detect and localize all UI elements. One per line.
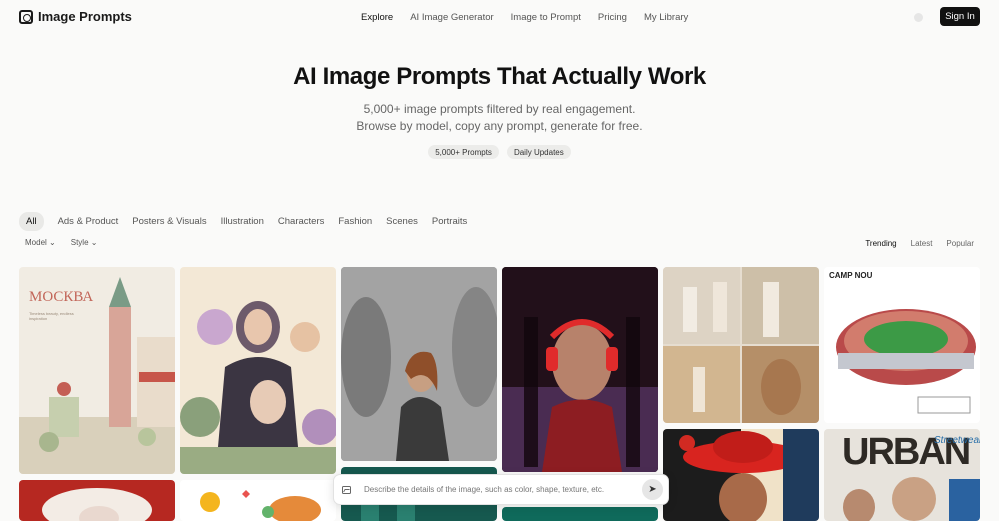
nav-explore[interactable]: Explore bbox=[361, 12, 393, 23]
hero-subtitle-line-1: 5,000+ image prompts filtered by real en… bbox=[363, 102, 636, 116]
gallery-card-mother-child[interactable] bbox=[180, 267, 336, 474]
nav-ai-image-generator[interactable]: AI Image Generator bbox=[410, 12, 493, 23]
style-filter-dropdown[interactable]: Style bbox=[71, 238, 98, 247]
tab-characters[interactable]: Characters bbox=[278, 213, 324, 230]
gallery-card-portrait-red[interactable] bbox=[19, 480, 175, 521]
portrait-hat-image bbox=[42, 488, 152, 521]
mother-child-illustration bbox=[180, 301, 336, 474]
category-tabs: All Ads & Product Posters & Visuals Illu… bbox=[19, 212, 481, 231]
send-button[interactable]: ➤ bbox=[642, 479, 663, 500]
tab-illustration[interactable]: Illustration bbox=[221, 213, 264, 230]
gallery-card-headphones[interactable] bbox=[502, 267, 658, 472]
hero-badges: 5,000+ Prompts Daily Updates bbox=[0, 145, 999, 159]
moscow-caption: Timeless beauty, endless inspiration bbox=[29, 311, 74, 321]
theme-toggle-icon[interactable] bbox=[914, 13, 923, 22]
brand-logo[interactable]: Image Prompts bbox=[19, 9, 132, 24]
image-upload-icon[interactable] bbox=[342, 485, 351, 494]
gallery-card-men-grid[interactable] bbox=[663, 267, 819, 423]
stadium-diagram bbox=[836, 309, 976, 414]
sort-popular[interactable]: Popular bbox=[946, 239, 974, 248]
sun-turtle-illustration bbox=[200, 490, 321, 521]
brand-name: Image Prompts bbox=[38, 9, 132, 24]
gallery-card-stadium[interactable]: CAMP NOU bbox=[824, 267, 980, 423]
prompt-input[interactable]: Describe the details of the image, such … bbox=[364, 485, 642, 494]
moscow-title: МОСКВА bbox=[29, 289, 94, 305]
badge-prompts-count: 5,000+ Prompts bbox=[428, 145, 499, 159]
men-grid-collage bbox=[663, 267, 819, 423]
red-hat-poster bbox=[663, 429, 819, 521]
top-nav: Image Prompts Explore AI Image Generator… bbox=[0, 0, 999, 34]
prompt-input-bar: Describe the details of the image, such … bbox=[333, 474, 669, 505]
tab-scenes[interactable]: Scenes bbox=[386, 213, 418, 230]
nav-links: Explore AI Image Generator Image to Prom… bbox=[361, 12, 705, 23]
nav-pricing[interactable]: Pricing bbox=[598, 12, 627, 23]
tab-portraits[interactable]: Portraits bbox=[432, 213, 467, 230]
model-filter-dropdown[interactable]: Model bbox=[25, 238, 56, 247]
tab-ads-product[interactable]: Ads & Product bbox=[58, 213, 119, 230]
gallery-card-woman-crowd[interactable] bbox=[341, 267, 497, 461]
stadium-title: CAMP NOU bbox=[829, 271, 873, 280]
woman-crowd-photo bbox=[341, 267, 497, 461]
sort-trending[interactable]: Trending bbox=[865, 239, 896, 248]
gallery-card-urban-streetwear[interactable]: URBAN Streetwear bbox=[824, 429, 980, 521]
hero-subtitle: 5,000+ image prompts filtered by real en… bbox=[0, 101, 999, 135]
tab-fashion[interactable]: Fashion bbox=[338, 213, 372, 230]
hero-subtitle-line-2: Browse by model, copy any prompt, genera… bbox=[356, 119, 643, 133]
tab-all[interactable]: All bbox=[19, 212, 44, 231]
headphones-portrait bbox=[502, 267, 658, 472]
hero-title: AI Image Prompts That Actually Work bbox=[293, 63, 706, 90]
filter-row: Model Style bbox=[25, 238, 97, 247]
logo-icon bbox=[19, 9, 33, 24]
gallery-card-teal-2[interactable] bbox=[502, 507, 658, 521]
sort-options: Trending Latest Popular bbox=[865, 239, 974, 248]
gallery-card-red-hat[interactable] bbox=[663, 429, 819, 521]
badge-daily-updates: Daily Updates bbox=[506, 145, 571, 159]
gallery-card-sun-turtle[interactable] bbox=[180, 480, 336, 521]
sort-latest[interactable]: Latest bbox=[911, 239, 933, 248]
tab-posters-visuals[interactable]: Posters & Visuals bbox=[132, 213, 206, 230]
urban-figures bbox=[843, 477, 980, 521]
sign-in-button[interactable]: Sign In bbox=[940, 7, 980, 26]
gallery-card-moscow[interactable]: МОСКВА Timeless beauty, endless inspirat… bbox=[19, 267, 175, 474]
send-icon: ➤ bbox=[648, 484, 657, 495]
nav-image-to-prompt[interactable]: Image to Prompt bbox=[511, 12, 581, 23]
nav-my-library[interactable]: My Library bbox=[644, 12, 688, 23]
